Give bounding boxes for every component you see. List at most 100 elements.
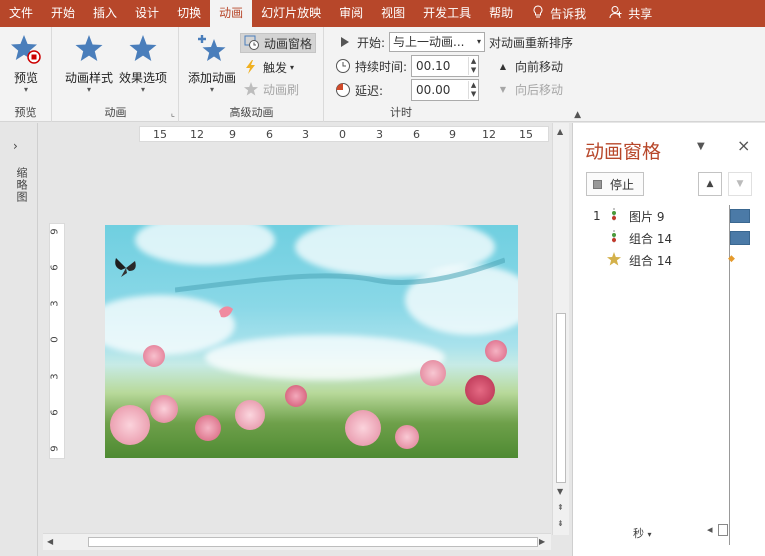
preview-button[interactable]: 预览 ▾	[10, 33, 42, 94]
effect-options-button[interactable]: 效果选项 ▾	[119, 33, 167, 94]
ruler-tick: 12	[482, 128, 496, 141]
zoom-left-icon[interactable]: ◂	[707, 523, 713, 536]
start-label: 开始:	[357, 35, 386, 50]
collapse-ribbon-icon[interactable]: ▲	[574, 110, 581, 120]
tab-animations[interactable]: 动画	[210, 0, 253, 27]
close-icon[interactable]: ×	[737, 136, 750, 155]
tab-slideshow[interactable]: 幻灯片放映	[252, 0, 330, 27]
delay-label: 延迟:	[355, 83, 384, 98]
timeline-bar[interactable]	[730, 231, 750, 245]
tab-transitions[interactable]: 切换	[168, 0, 210, 27]
trigger-icon	[605, 207, 623, 226]
tab-home[interactable]: 开始	[42, 0, 84, 27]
tab-review[interactable]: 审阅	[330, 0, 372, 27]
next-slide-icon[interactable]: ⇟	[557, 519, 564, 528]
stop-button[interactable]: 停止	[586, 172, 644, 196]
ribbon: 预览 ▾ 预览 动画样式 ▾ 效果选项 ▾ 动画 ⌞ 添加动画 ▾ 动画窗格 触…	[0, 27, 765, 122]
animation-pane: 动画窗格 ▼ × 停止 ▲ ▼ 1 图片 9 组合 14 组合 14 ◆ 秒 ▾…	[572, 123, 765, 556]
chevron-down-icon: ▾	[141, 85, 146, 94]
tab-developer[interactable]: 开发工具	[414, 0, 480, 27]
butterfly-image[interactable]	[113, 255, 139, 281]
ruler-tick: 6	[49, 409, 61, 416]
reorder-heading: 对动画重新排序	[489, 35, 574, 50]
item-number: 1	[593, 209, 601, 223]
scroll-up-icon[interactable]: ▲	[557, 127, 563, 136]
animation-item[interactable]: 1 图片 9	[593, 206, 664, 226]
group-label-animation: 动画	[104, 106, 127, 119]
animation-item[interactable]: 组合 14	[593, 228, 672, 248]
tab-insert[interactable]: 插入	[84, 0, 126, 27]
spin-up-icon[interactable]: ▲	[471, 57, 476, 66]
share-label: 共享	[628, 7, 653, 21]
animation-item[interactable]: 组合 14	[593, 250, 672, 270]
chevron-down-icon: ▾	[210, 85, 215, 94]
pane-options-icon[interactable]: ▼	[697, 141, 705, 152]
tab-file[interactable]: 文件	[0, 0, 42, 27]
scroll-down-icon[interactable]: ▼	[557, 487, 563, 496]
share-button[interactable]: 共享	[608, 5, 652, 22]
thumbnail-label[interactable]: 缩略图	[13, 167, 29, 203]
spin-down-icon[interactable]: ▼	[471, 90, 476, 99]
flower	[345, 410, 381, 446]
timeline-marker-icon[interactable]: ◆	[728, 254, 735, 264]
start-select-value: 与上一动画...	[393, 35, 465, 49]
chevron-down-icon: ▾	[23, 85, 28, 94]
slide-canvas[interactable]	[105, 225, 518, 458]
vertical-ruler: 9 6 3 0 3 6 9	[49, 223, 65, 459]
animation-styles-label: 动画样式	[65, 71, 114, 85]
chevron-down-icon: ▾	[647, 530, 652, 539]
flower	[485, 340, 507, 362]
chevron-right-icon[interactable]: ›	[13, 139, 18, 153]
move-earlier-button[interactable]: ▲ 向前移动	[495, 56, 563, 76]
tab-view[interactable]: 视图	[372, 0, 414, 27]
preview-star-icon	[10, 33, 42, 65]
painter-star-icon	[243, 81, 259, 97]
dialog-launcher-icon[interactable]: ⌞	[171, 109, 175, 119]
flower	[150, 395, 178, 423]
clock-icon	[335, 58, 351, 74]
ruler-tick: 9	[49, 445, 61, 452]
add-star-icon	[196, 33, 228, 65]
horizontal-scrollbar[interactable]: ◀ ▶	[43, 533, 551, 550]
add-animation-button[interactable]: 添加动画 ▾	[188, 33, 236, 94]
timeline-bar[interactable]	[730, 209, 750, 223]
vertical-scrollbar[interactable]: ▲ ▼ ⇞ ⇟	[552, 123, 569, 535]
tab-design[interactable]: 设计	[126, 0, 168, 27]
scrollbar-thumb[interactable]	[556, 313, 566, 483]
previous-slide-icon[interactable]: ⇞	[557, 503, 564, 512]
horizontal-ruler: 15 12 9 6 3 0 3 6 9 12 15	[139, 126, 549, 142]
animation-styles-button[interactable]: 动画样式 ▾	[65, 33, 113, 94]
spin-up-icon[interactable]: ▲	[471, 81, 476, 90]
animation-pane-button[interactable]: 动画窗格	[240, 33, 317, 53]
zoom-box[interactable]	[718, 524, 729, 536]
play-icon	[337, 34, 353, 50]
group-label-preview: 预览	[14, 106, 37, 119]
animation-painter-button[interactable]: 动画刷	[243, 79, 299, 99]
tell-me-label: 告诉我	[550, 7, 587, 21]
spin-down-icon[interactable]: ▼	[471, 66, 476, 75]
group-advanced-animation: 添加动画 ▾ 动画窗格 触发 ▾ 动画刷 高级动画	[180, 27, 324, 122]
start-select[interactable]: 与上一动画... ▾	[389, 32, 486, 52]
timeline-zoom-control[interactable]: ◂	[707, 523, 730, 536]
scroll-right-icon[interactable]: ▶	[539, 537, 545, 546]
group-label-advanced-animation: 高级动画	[229, 106, 274, 119]
delay-spinner[interactable]: 00.00 ▲ ▼	[411, 79, 480, 101]
duration-spinner[interactable]: 00.10 ▲ ▼	[411, 55, 480, 77]
seconds-menu[interactable]: 秒 ▾	[633, 525, 652, 541]
move-up-button[interactable]: ▲	[698, 172, 722, 196]
group-timing: 开始: 与上一动画... ▾ 持续时间: 00.10 ▲▼ 延迟: 00.00	[325, 27, 587, 122]
scroll-left-icon[interactable]: ◀	[47, 537, 53, 546]
group-animation: 动画样式 ▾ 效果选项 ▾ 动画 ⌞	[53, 27, 179, 122]
ruler-tick: 3	[302, 128, 309, 141]
item-label: 图片 9	[629, 209, 665, 224]
move-down-button[interactable]: ▼	[728, 172, 752, 196]
tell-me[interactable]: 告诉我	[530, 5, 586, 22]
ruler-tick: 3	[49, 373, 61, 380]
trigger-button[interactable]: 触发 ▾	[243, 57, 294, 77]
tab-help[interactable]: 帮助	[480, 0, 522, 27]
stop-icon	[593, 179, 602, 189]
move-later-button[interactable]: ▼ 向后移动	[495, 79, 563, 99]
scrollbar-thumb[interactable]	[88, 537, 538, 547]
flying-petal-image[interactable]	[217, 303, 235, 321]
star-icon	[73, 33, 105, 65]
